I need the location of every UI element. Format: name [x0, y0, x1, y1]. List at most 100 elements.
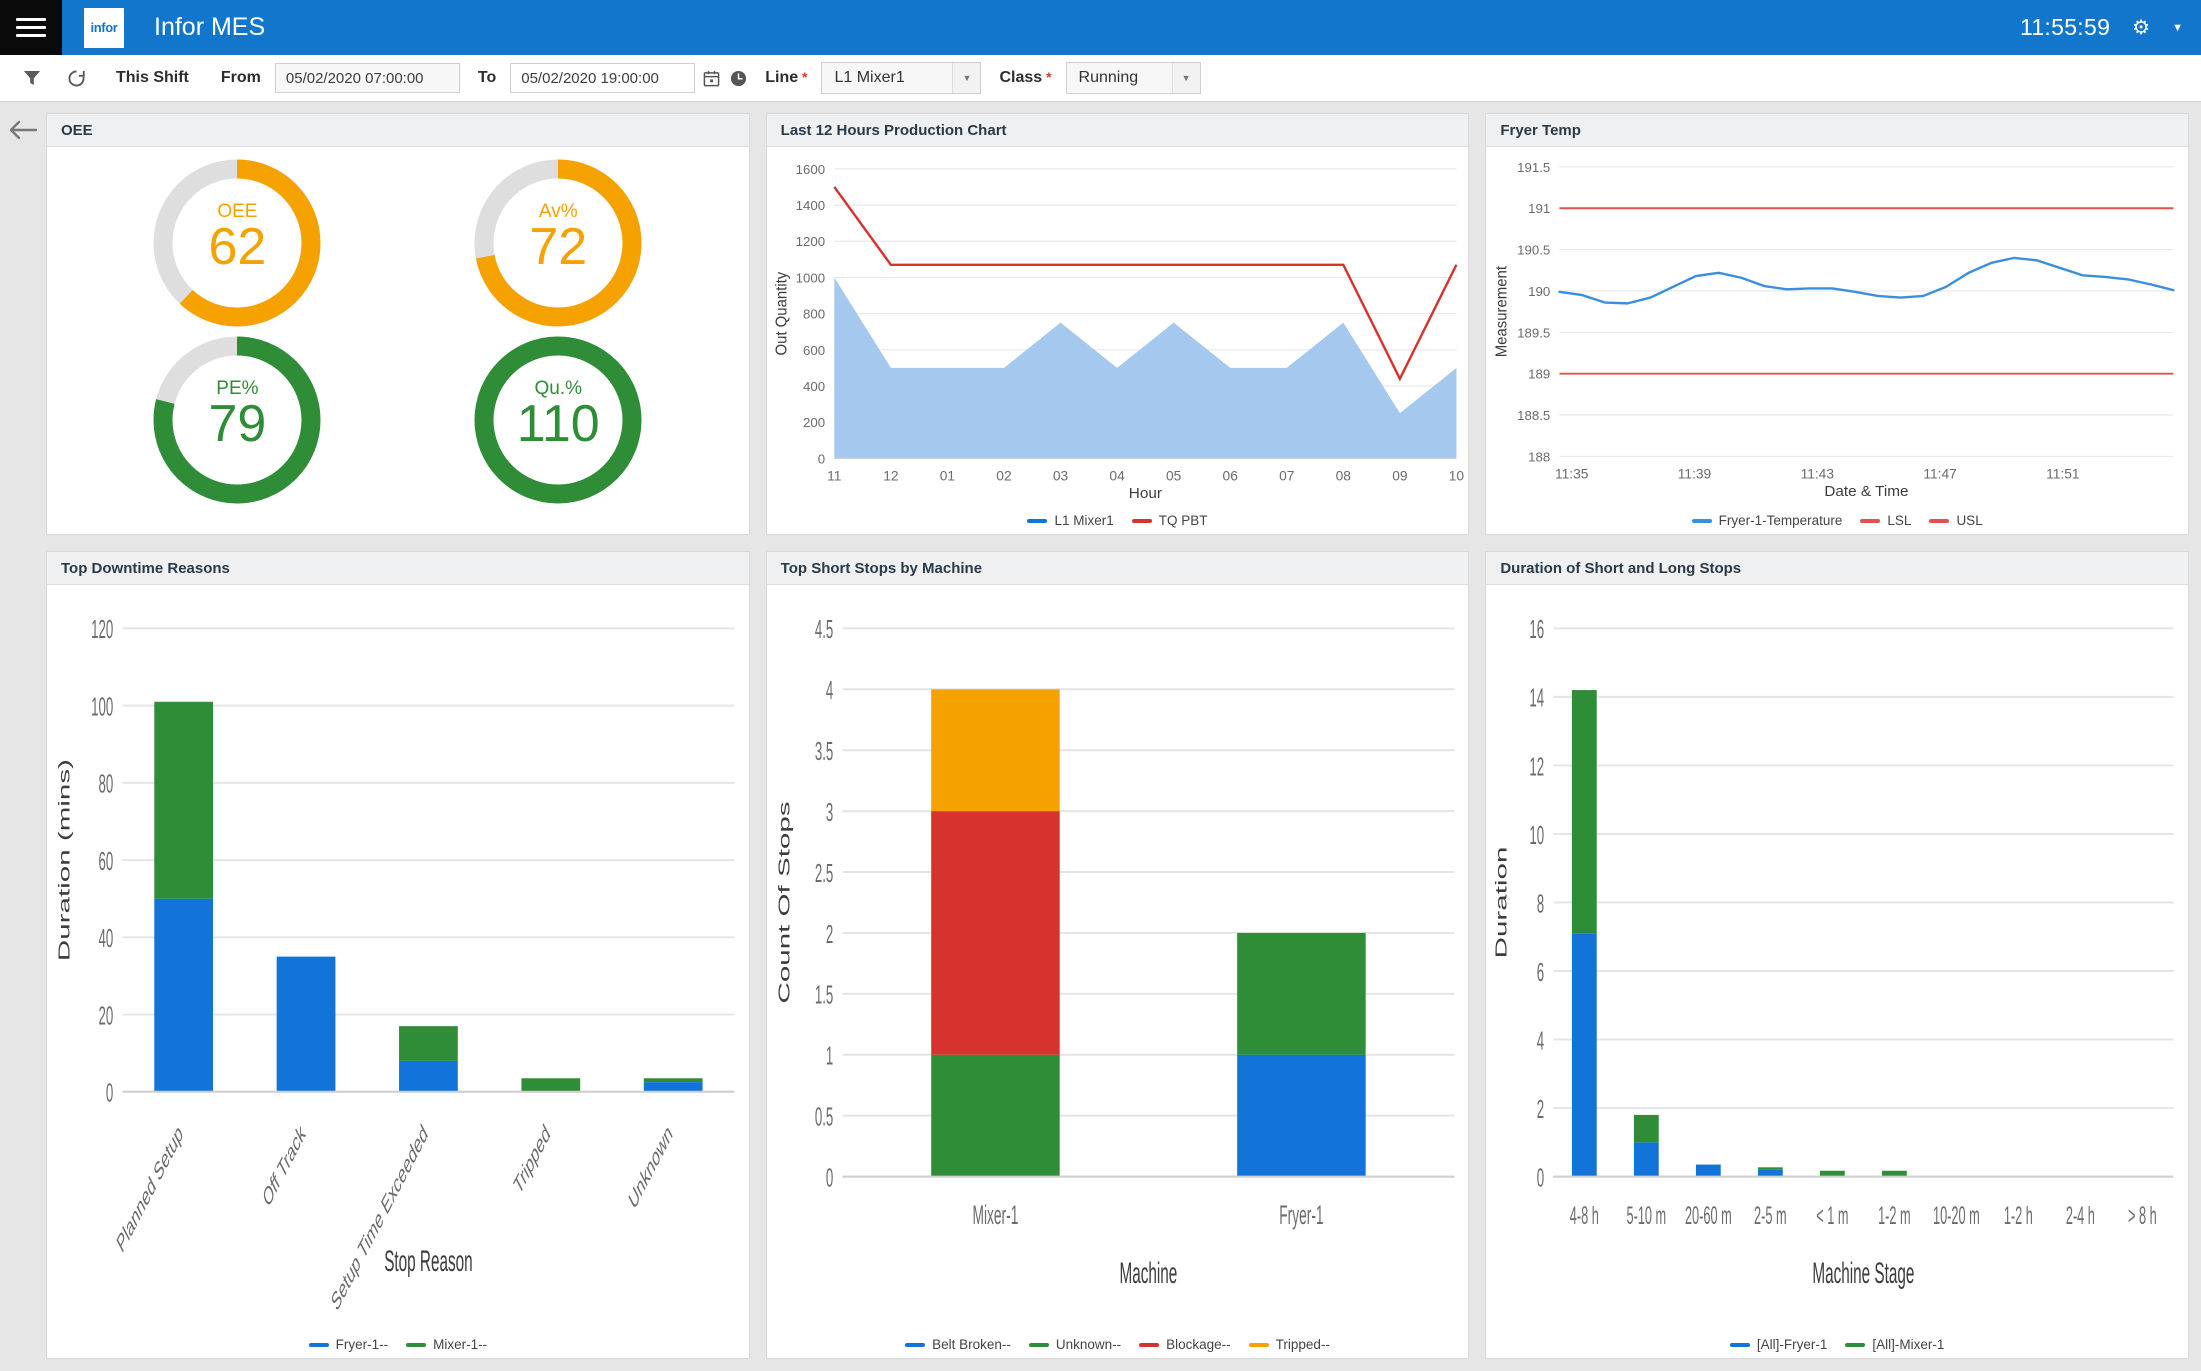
production-chart[interactable]: 0200400600800100012001400160011120102030…	[767, 147, 1469, 534]
svg-text:> 8 h: > 8 h	[2128, 1203, 2157, 1231]
left-rail	[0, 102, 46, 1371]
panel-body-duration: 02468101214164-8 h5-10 m20-60 m2-5 m< 1 …	[1486, 585, 2188, 1358]
svg-text:0: 0	[817, 452, 824, 467]
to-datetime-input[interactable]: 05/02/2020 19:00:00	[510, 63, 695, 93]
panel-body-shortstops: 00.511.522.533.544.5Mixer-1Fryer-1Machin…	[767, 585, 1469, 1358]
svg-text:1400: 1400	[795, 198, 824, 213]
short-stops-chart[interactable]: 00.511.522.533.544.5Mixer-1Fryer-1Machin…	[767, 585, 1469, 1358]
svg-text:06: 06	[1222, 468, 1237, 483]
svg-text:14: 14	[1530, 685, 1545, 713]
svg-text:191.5: 191.5	[1517, 160, 1550, 175]
svg-text:1600: 1600	[795, 162, 824, 177]
clock-icon[interactable]	[730, 70, 747, 87]
legend-label: Fryer-1-Temperature	[1719, 513, 1843, 528]
svg-text:600: 600	[803, 343, 825, 358]
svg-text:Duration: Duration	[1493, 847, 1510, 959]
gauge-av: Av%72	[470, 155, 646, 331]
stop-duration-chart[interactable]: 02468101214164-8 h5-10 m20-60 m2-5 m< 1 …	[1486, 585, 2188, 1358]
svg-text:03: 03	[1053, 468, 1068, 483]
svg-text:80: 80	[99, 771, 114, 799]
legend-swatch-icon	[1860, 519, 1880, 523]
panel-downtime-reasons: Top Downtime Reasons 020406080100120Plan…	[46, 551, 750, 1359]
panel-grid: OEE OEE62Av%72PE%79Qu.%110 Last 12 Hours…	[46, 102, 2201, 1371]
back-arrow-icon[interactable]	[8, 118, 38, 1371]
legend-item[interactable]: Unknown--	[1029, 1337, 1121, 1352]
dashboard-content: OEE OEE62Av%72PE%79Qu.%110 Last 12 Hours…	[0, 102, 2201, 1371]
to-label: To	[478, 69, 496, 87]
legend-item[interactable]: TQ PBT	[1132, 513, 1208, 528]
svg-text:0: 0	[1537, 1165, 1544, 1193]
gauge-pe: PE%79	[149, 332, 325, 508]
svg-text:08: 08	[1335, 468, 1350, 483]
legend-swatch-icon	[1845, 1343, 1865, 1347]
panel-title-oee: OEE	[47, 114, 749, 147]
svg-text:40: 40	[99, 926, 114, 954]
legend-item[interactable]: Tripped--	[1249, 1337, 1330, 1352]
chevron-down-icon[interactable]: ▼	[1172, 63, 1200, 93]
svg-text:11:35: 11:35	[1555, 466, 1588, 481]
svg-text:09: 09	[1392, 468, 1407, 483]
from-label: From	[221, 69, 261, 87]
legend-item[interactable]: Fryer-1-Temperature	[1692, 513, 1843, 528]
panel-title-downtime: Top Downtime Reasons	[47, 552, 749, 585]
panel-stop-duration: Duration of Short and Long Stops 0246810…	[1485, 551, 2189, 1359]
class-label: Class	[999, 69, 1051, 87]
this-shift-label[interactable]: This Shift	[116, 69, 189, 87]
svg-text:188.5: 188.5	[1517, 408, 1550, 423]
class-select[interactable]: Running ▼	[1066, 62, 1201, 94]
svg-text:100: 100	[91, 694, 113, 722]
legend-label: Unknown--	[1056, 1337, 1121, 1352]
gear-icon[interactable]: ⚙	[2132, 15, 2150, 40]
legend-item[interactable]: L1 Mixer1	[1027, 513, 1113, 528]
menu-button[interactable]	[0, 0, 62, 55]
svg-text:120: 120	[91, 617, 113, 645]
from-datetime-input[interactable]: 05/02/2020 07:00:00	[275, 63, 460, 93]
svg-text:8: 8	[1537, 891, 1544, 919]
legend-item[interactable]: Mixer-1--	[406, 1337, 487, 1352]
topbar-right-group: 11:55:59 ⚙ ▼	[2020, 0, 2183, 55]
legend-swatch-icon	[1692, 519, 1712, 523]
production-chart-legend: L1 Mixer1 TQ PBT	[767, 513, 1469, 528]
legend-item[interactable]: USL	[1929, 513, 1982, 528]
svg-text:800: 800	[803, 307, 825, 322]
legend-label: [All]-Fryer-1	[1757, 1337, 1828, 1352]
fryer-temp-chart[interactable]: 188188.5189189.5190190.5191191.511:3511:…	[1486, 147, 2188, 534]
svg-text:02: 02	[996, 468, 1011, 483]
line-select[interactable]: L1 Mixer1 ▼	[821, 62, 981, 94]
svg-text:11: 11	[827, 468, 841, 483]
svg-text:0: 0	[106, 1080, 113, 1108]
legend-item[interactable]: LSL	[1860, 513, 1911, 528]
svg-text:0.5: 0.5	[815, 1104, 833, 1132]
gauge-value: 79	[149, 394, 325, 454]
infor-logo: infor	[84, 8, 124, 48]
legend-item[interactable]: Blockage--	[1139, 1337, 1231, 1352]
svg-text:3.5: 3.5	[815, 739, 833, 767]
clock-display: 11:55:59	[2020, 14, 2110, 41]
filter-icon[interactable]	[10, 55, 54, 102]
svg-text:1000: 1000	[795, 271, 824, 286]
chevron-down-icon[interactable]: ▼	[2172, 22, 2183, 34]
panel-fryer-temp: Fryer Temp 188188.5189189.5190190.519119…	[1485, 113, 2189, 535]
legend-label: L1 Mixer1	[1054, 513, 1113, 528]
legend-swatch-icon	[1027, 519, 1047, 523]
top-app-bar: infor Infor MES 11:55:59 ⚙ ▼	[0, 0, 2201, 55]
calendar-icon[interactable]	[703, 70, 720, 87]
svg-text:2-4 h: 2-4 h	[2066, 1203, 2095, 1231]
chevron-down-icon[interactable]: ▼	[952, 63, 980, 93]
svg-text:11:43: 11:43	[1801, 466, 1834, 481]
panel-title-shortstops: Top Short Stops by Machine	[767, 552, 1469, 585]
svg-text:Planned Setup: Planned Setup	[114, 1120, 186, 1258]
legend-swatch-icon	[1132, 519, 1152, 523]
downtime-reasons-chart[interactable]: 020406080100120Planned SetupOff TrackSet…	[47, 585, 749, 1358]
legend-item[interactable]: Fryer-1--	[309, 1337, 389, 1352]
panel-body-fryer: 188188.5189189.5190190.5191191.511:3511:…	[1486, 147, 2188, 534]
legend-item[interactable]: [All]-Mixer-1	[1845, 1337, 1944, 1352]
svg-text:10-20 m: 10-20 m	[1933, 1203, 1980, 1231]
svg-text:1: 1	[826, 1043, 833, 1071]
legend-item[interactable]: [All]-Fryer-1	[1730, 1337, 1828, 1352]
legend-swatch-icon	[905, 1343, 925, 1347]
refresh-icon[interactable]	[54, 55, 98, 102]
svg-text:16: 16	[1530, 617, 1545, 645]
legend-item[interactable]: Belt Broken--	[905, 1337, 1011, 1352]
legend-label: USL	[1956, 513, 1982, 528]
